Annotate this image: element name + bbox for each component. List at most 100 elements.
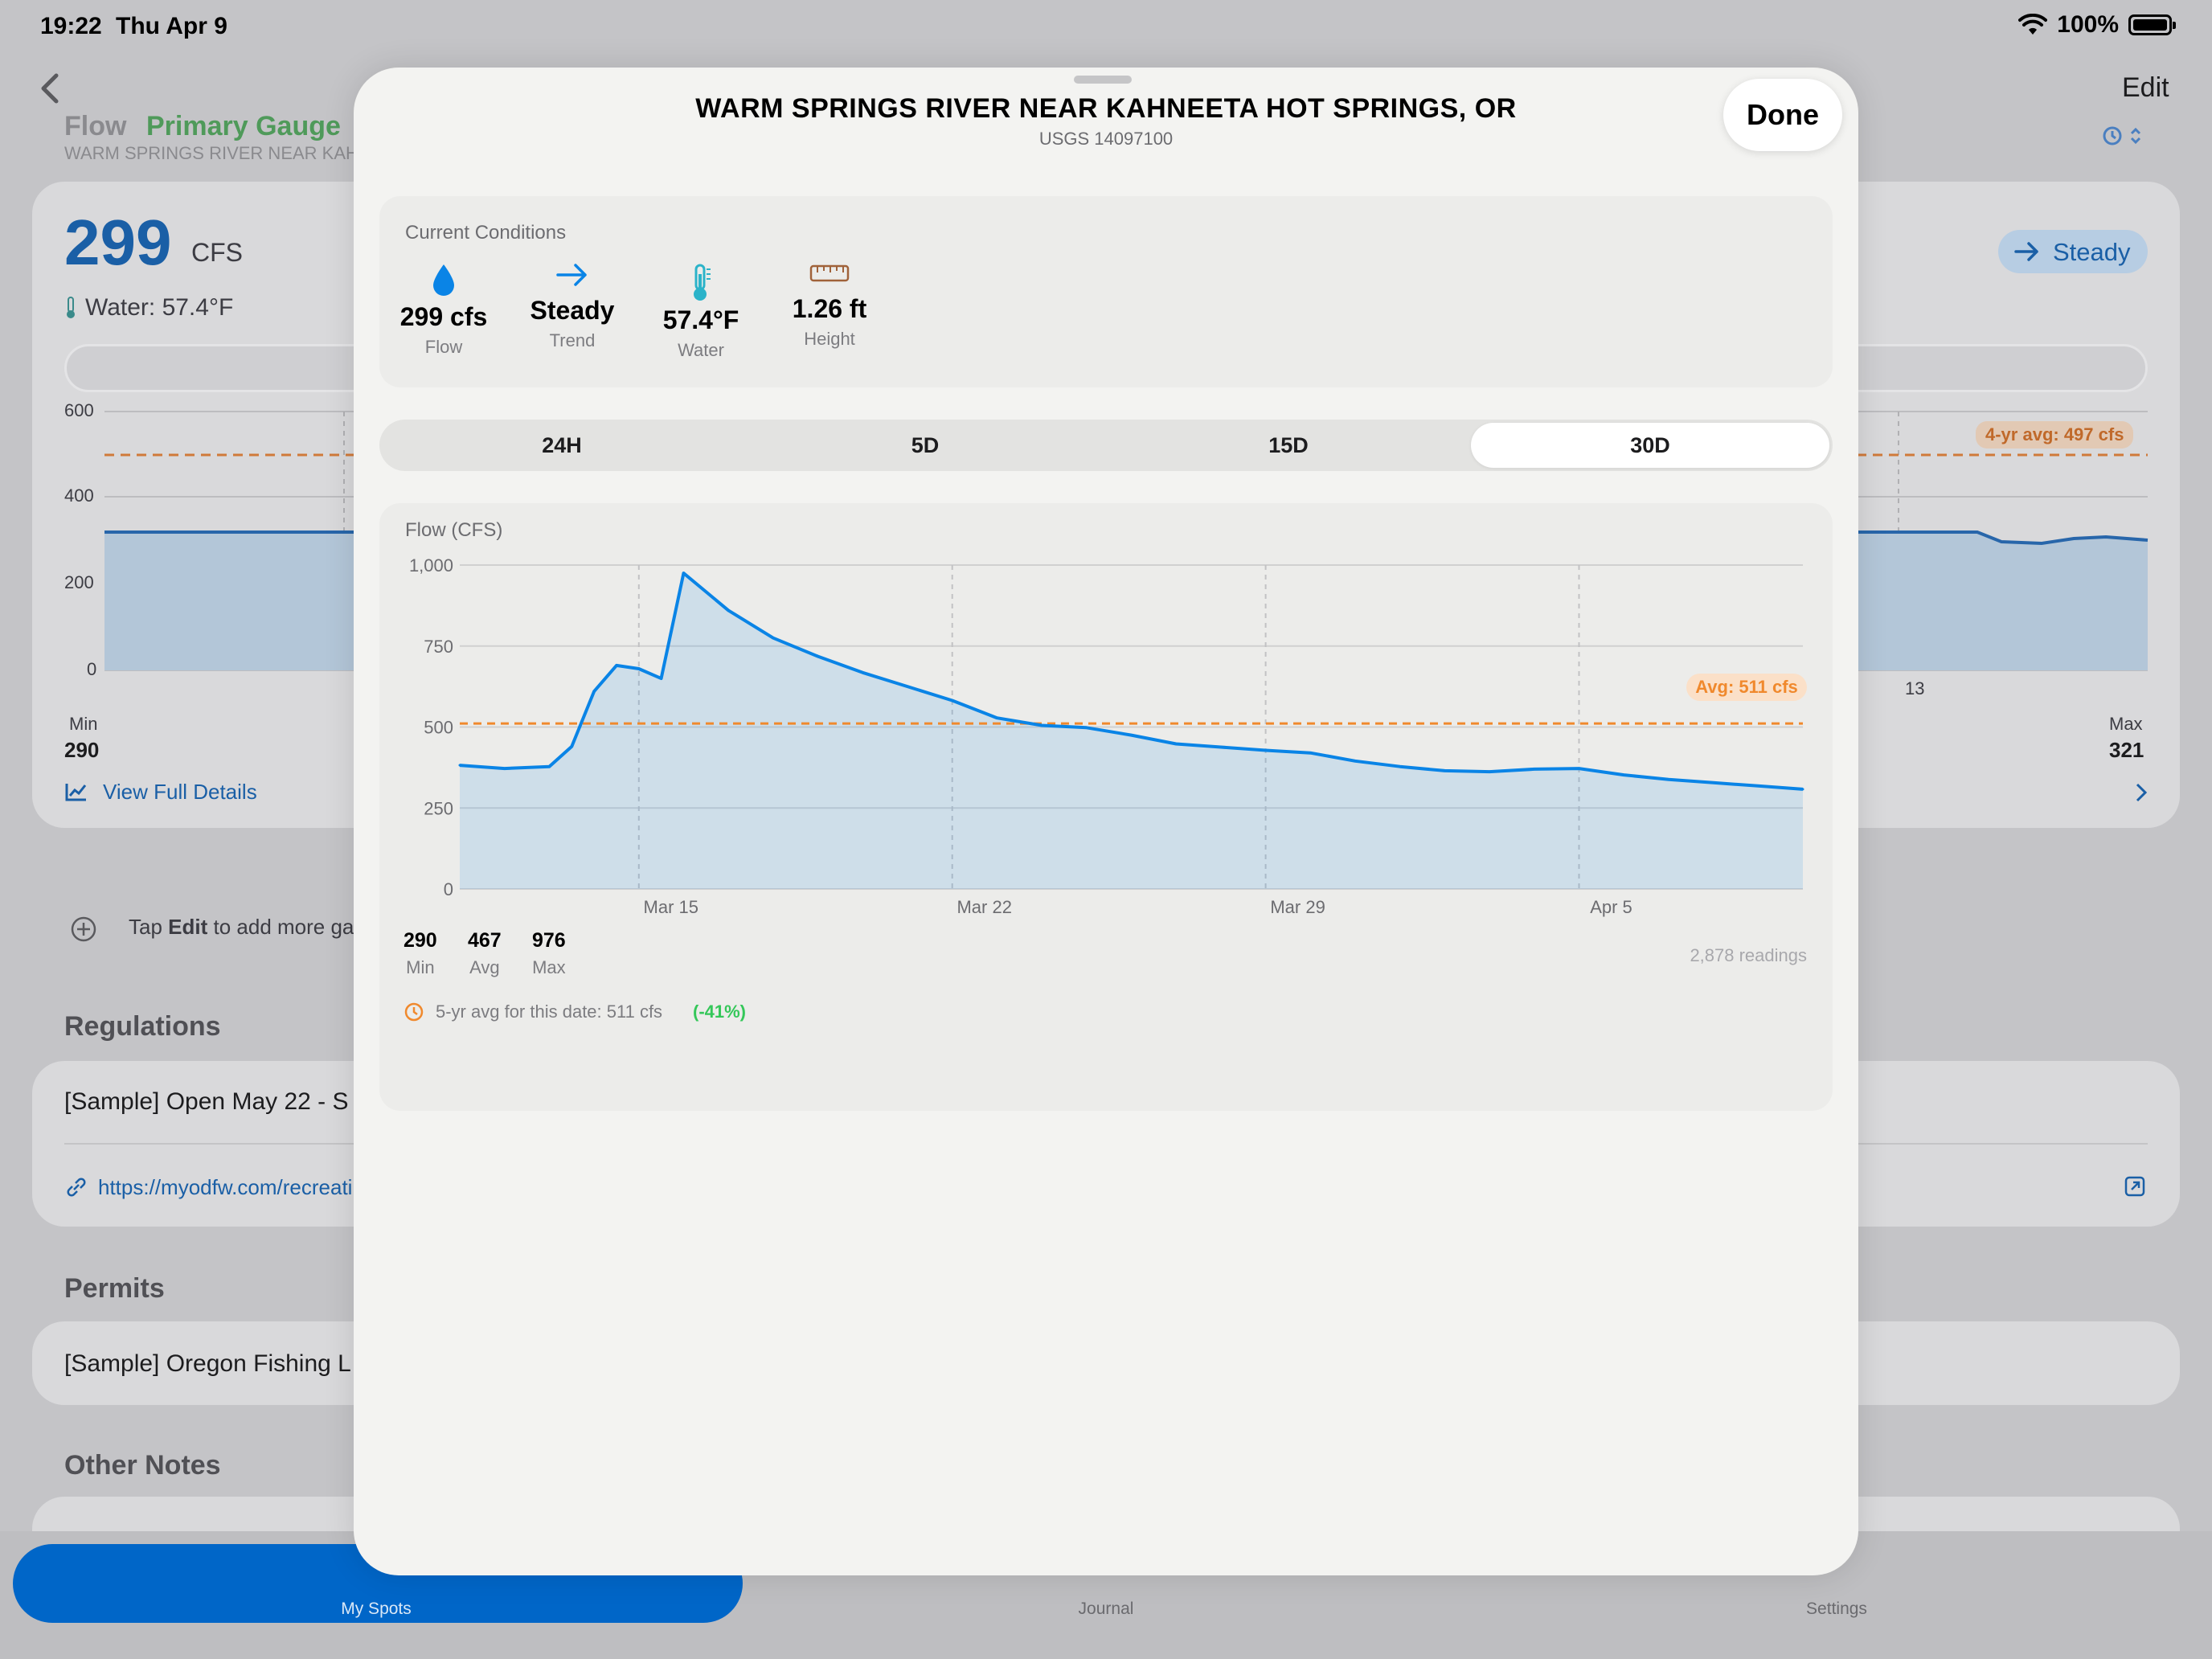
tap-edit-prefix: Tap <box>129 915 169 939</box>
regulations-title: Regulations <box>64 1011 221 1042</box>
regulation-item[interactable]: [Sample] Open May 22 - S <box>64 1088 349 1116</box>
bg-xtick-13: 13 <box>1905 678 1925 698</box>
bg-ytick-0: 0 <box>87 659 97 679</box>
metric-flow: 299 cfs Flow <box>379 257 508 358</box>
range-5d[interactable]: 5D <box>746 423 1104 468</box>
flow-point <box>592 690 596 693</box>
status-right: 100% <box>2018 11 2176 39</box>
flow-point <box>615 664 618 667</box>
permit-item[interactable]: [Sample] Oregon Fishing L <box>64 1350 351 1378</box>
flow-point <box>1756 784 1759 788</box>
link-icon <box>67 1178 86 1197</box>
flow-point <box>1085 726 1088 729</box>
bg-avg-badge: 4-yr avg: 497 cfs <box>1976 421 2134 449</box>
sheet-grabber[interactable] <box>1074 76 1132 84</box>
tab-my-spots-label: My Spots <box>341 1600 412 1618</box>
range-30d[interactable]: 30D <box>1471 423 1829 468</box>
regulation-link[interactable]: https://myodfw.com/recreati <box>98 1175 352 1200</box>
chart-line-icon <box>65 784 87 801</box>
flow-point <box>1309 752 1312 755</box>
water-drop-icon <box>433 264 454 296</box>
metric-trend-caption: Trend <box>549 330 596 350</box>
flow-point <box>1219 745 1223 748</box>
five-yr-avg-text: 5-yr avg for this date: 511 cfs <box>436 1002 663 1022</box>
flow-point <box>1801 788 1804 791</box>
flow-chart: Flow (CFS) 0 250 500 750 1,000 Mar 15 Mar 22 Mar… <box>405 519 1807 917</box>
tab-settings[interactable]: Settings <box>1792 1600 1881 1619</box>
stat-min-value: 290 <box>403 929 437 952</box>
view-full-details-link[interactable]: View Full Details <box>103 780 257 805</box>
gauge-name-label: WARM SPRINGS RIVER NEAR KAH <box>64 143 358 163</box>
history-selector-icon[interactable] <box>2101 124 2146 148</box>
edit-button[interactable]: Edit <box>2122 72 2169 104</box>
stat-avg-label: Avg <box>469 957 500 977</box>
trend-arrow-icon <box>2014 242 2038 261</box>
chart-y-axis-title: Flow (CFS) <box>405 519 502 541</box>
y-tick-label: 1,000 <box>409 555 453 576</box>
tap-edit-hint: Tap Edit to add more gau <box>129 915 366 940</box>
flow-point <box>995 716 998 719</box>
gauge-detail-sheet: WARM SPRINGS RIVER NEAR KAHNEETA HOT SPR… <box>354 68 1858 1575</box>
metric-flow-value: 299 cfs <box>399 302 488 331</box>
add-circle-icon[interactable] <box>69 915 98 944</box>
primary-gauge-label: Primary Gauge <box>146 111 341 141</box>
flow-value: 299 <box>64 207 172 278</box>
stat-max-label: Max <box>532 957 566 977</box>
stat-min: 290 Min <box>403 929 437 978</box>
battery-percent: 100% <box>2057 11 2119 38</box>
flow-point <box>1130 734 1133 737</box>
flow-point <box>906 685 909 688</box>
back-chevron-icon[interactable] <box>35 72 64 104</box>
flow-point <box>637 667 641 670</box>
flow-point <box>951 698 954 702</box>
tap-edit-suffix: to add more gau <box>207 915 366 939</box>
five-yr-avg-delta: (-41%) <box>693 1002 747 1022</box>
flow-point <box>1399 765 1402 768</box>
flow-area <box>460 573 1803 889</box>
flow-point <box>1533 768 1536 771</box>
stat-avg-value: 467 <box>468 929 502 952</box>
thermometer-icon <box>694 264 711 301</box>
bg-ytick-600: 600 <box>64 400 94 420</box>
metric-height-caption: Height <box>804 329 855 349</box>
x-tick-label: Mar 29 <box>1270 897 1325 917</box>
bg-ytick-200: 200 <box>64 572 94 592</box>
water-thermometer-icon <box>67 297 75 318</box>
flow-point <box>547 765 551 768</box>
bg-min-value: 290 <box>64 738 100 762</box>
metric-water-caption: Water <box>678 340 724 360</box>
flow-point <box>503 767 506 770</box>
battery-icon <box>2128 14 2176 35</box>
flow-point <box>660 677 663 680</box>
range-24h[interactable]: 24H <box>383 423 741 468</box>
flow-point <box>861 671 864 674</box>
flow-point <box>1354 760 1357 763</box>
wifi-icon <box>2018 14 2048 35</box>
current-conditions-label: Current Conditions <box>405 222 567 244</box>
readings-count: 2,878 readings <box>1690 945 1807 965</box>
metric-trend: Steady Trend <box>508 254 637 351</box>
flow-point <box>727 608 730 612</box>
flow-point <box>772 637 775 640</box>
metric-water-value: 57.4°F <box>662 305 739 334</box>
flow-point <box>1712 781 1715 784</box>
flow-point <box>1667 778 1670 781</box>
flow-point <box>682 571 685 575</box>
range-15d[interactable]: 15D <box>1109 423 1468 468</box>
ruler-icon <box>809 264 850 282</box>
tab-journal[interactable]: Journal <box>1066 1600 1146 1619</box>
flow-point <box>1578 767 1580 770</box>
trend-label: Steady <box>2053 238 2131 266</box>
status-time: 19:22 <box>40 13 102 39</box>
bg-min-label: Min <box>69 714 98 734</box>
stat-max: 976 Max <box>532 929 566 978</box>
y-tick-label: 750 <box>424 637 453 657</box>
flow-point <box>817 655 820 658</box>
flow-point <box>1443 769 1446 772</box>
external-link-icon[interactable] <box>2124 1175 2146 1198</box>
sheet-subtitle: USGS 14097100 <box>1038 129 1174 149</box>
y-tick-label: 500 <box>424 718 453 738</box>
x-tick-label: Mar 15 <box>644 897 698 917</box>
chevron-right-icon[interactable] <box>2133 781 2149 804</box>
done-button[interactable]: Done <box>1723 79 1842 151</box>
